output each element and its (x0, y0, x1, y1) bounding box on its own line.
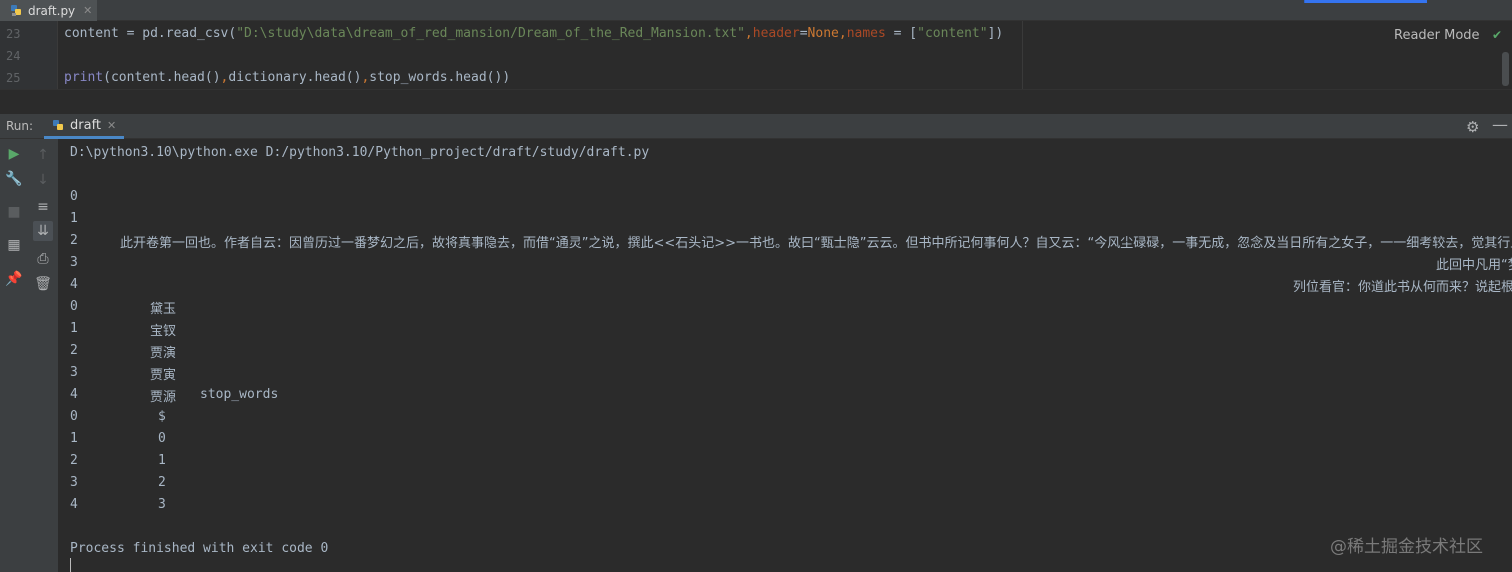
console-index: 1 (70, 321, 78, 336)
console-index: 3 (70, 365, 78, 380)
scroll-to-end-icon[interactable]: ⇊ (33, 221, 53, 241)
trash-icon[interactable]: 🗑 (33, 274, 53, 294)
editor-bottom-area (0, 89, 1512, 114)
console-column-header: stop_words (200, 387, 279, 402)
line-number: 25 (6, 71, 21, 85)
stop-icon[interactable]: ■ (4, 202, 24, 222)
console-stopword-value: 0 (158, 431, 166, 446)
minimize-icon[interactable]: — (1492, 115, 1508, 134)
tab-label: draft.py (28, 3, 76, 18)
console-index: 1 (70, 431, 78, 446)
python-file-icon (10, 4, 23, 17)
layout-icon[interactable]: ▦ (4, 235, 24, 255)
console-index: 0 (70, 189, 78, 204)
reader-mode-button[interactable]: Reader Mode (1394, 28, 1480, 43)
console-stopword-value: 1 (158, 453, 166, 468)
code-line-25[interactable]: print(content.head(),dictionary.head(),s… (64, 70, 510, 85)
checkmark-icon[interactable]: ✔ (1492, 28, 1502, 42)
console-content-row: 此开卷第一回也。作者自云：因曾历过一番梦幻之后，故将真事隐去，而借“通灵”之说，… (120, 236, 1512, 251)
run-toolbar: ▶ ↑ 🔧 ↓ ■ ≡ ⇊ ▦ ⎙ 📌 🗑 (0, 139, 58, 572)
console-index: 0 (70, 299, 78, 314)
editor-tab-bar: draft.py ✕ (0, 0, 1512, 21)
console-index: 2 (70, 233, 78, 248)
console-dictionary-value: 贾源 (150, 390, 177, 405)
gear-icon[interactable]: ⚙ (1466, 118, 1479, 136)
arrow-down-icon[interactable]: ↓ (33, 170, 53, 190)
console-index: 1 (70, 211, 78, 226)
tab-draft-py[interactable]: draft.py ✕ (0, 0, 97, 21)
console-content-row: 此回中凡用“梦 (1436, 258, 1512, 273)
arrow-up-icon[interactable]: ↑ (33, 145, 53, 165)
console-index: 2 (70, 343, 78, 358)
code-line-23[interactable]: content = pd.read_csv("D:\study\data\dre… (64, 26, 1003, 41)
print-icon[interactable]: ⎙ (33, 249, 53, 269)
console-index: 3 (70, 475, 78, 490)
line-number: 23 (6, 27, 21, 41)
wrench-icon[interactable]: 🔧 (4, 169, 24, 189)
console-dictionary-value: 宝钗 (150, 324, 177, 339)
console-index: 4 (70, 497, 78, 512)
tab-run-draft[interactable]: draft ✕ (44, 114, 124, 139)
pin-icon[interactable]: 📌 (4, 269, 24, 289)
console-content-row: 列位看官：你道此书从何而来？说起根由 (1293, 280, 1512, 295)
console-command-line: D:\python3.10\python.exe D:/python3.10/P… (70, 145, 650, 160)
console-index: 4 (70, 277, 78, 292)
console-dictionary-value: 贾演 (150, 346, 177, 361)
console-dictionary-value: 黛玉 (150, 302, 177, 317)
console-output[interactable]: D:\python3.10\python.exe D:/python3.10/P… (58, 139, 1512, 572)
run-tab-label: draft (70, 117, 102, 133)
right-margin-guide (1022, 21, 1023, 89)
editor-scrollbar[interactable] (1502, 52, 1509, 86)
console-index: 3 (70, 255, 78, 270)
console-stopword-value: $ (158, 409, 166, 424)
console-dictionary-value: 贾寅 (150, 368, 177, 383)
toolbar-accent-button[interactable] (1305, 0, 1427, 3)
console-index: 0 (70, 409, 78, 424)
line-number: 24 (6, 49, 21, 63)
python-file-icon (53, 119, 63, 130)
close-icon[interactable]: ✕ (83, 4, 92, 17)
console-stopword-value: 3 (158, 497, 166, 512)
line-gutter: 23 24 25 (0, 21, 58, 89)
console-index: 4 (70, 387, 78, 402)
rerun-icon[interactable]: ▶ (4, 144, 24, 164)
watermark: @稀土掘金技术社区 (1330, 537, 1483, 557)
console-exit-message: Process finished with exit code 0 (70, 541, 329, 556)
run-window-header: Run: draft ✕ ⚙ — (0, 114, 1512, 139)
soft-wrap-icon[interactable]: ≡ (33, 197, 53, 217)
console-stopword-value: 2 (158, 475, 166, 490)
text-cursor (70, 558, 71, 572)
run-label: Run: (6, 119, 34, 133)
code-editor[interactable]: 23 24 25 content = pd.read_csv("D:\study… (0, 21, 1512, 89)
console-index: 2 (70, 453, 78, 468)
close-icon[interactable]: ✕ (107, 119, 116, 132)
